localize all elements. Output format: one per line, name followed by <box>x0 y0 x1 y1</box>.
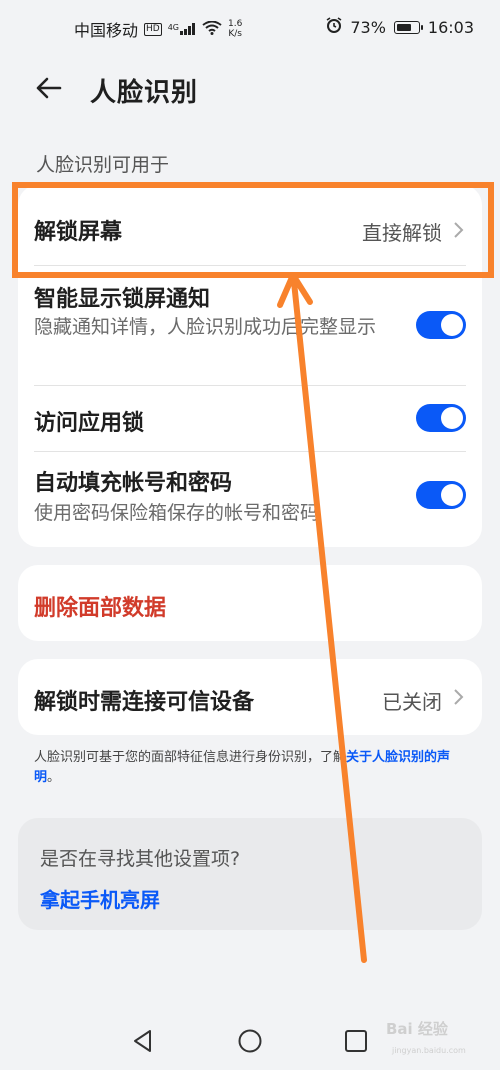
wifi-icon <box>202 20 222 39</box>
smart-notify-label: 智能显示锁屏通知 <box>34 287 211 312</box>
smart-notify-description: 隐藏通知详情，人脸识别成功后完整显示 <box>34 316 377 338</box>
delete-face-data-card[interactable]: 删除面部数据 <box>18 565 482 641</box>
smart-notify-row[interactable]: 智能显示锁屏通知 隐藏通知详情，人脸识别成功后完整显示 <box>18 265 482 385</box>
status-bar: 中国移动 HD 4G 1.6 K/s 73% 16:03 <box>0 0 500 56</box>
autofill-label: 自动填充帐号和密码 <box>34 471 233 496</box>
hd-badge: HD <box>144 22 162 36</box>
page-header: 人脸识别 <box>0 56 500 120</box>
nav-back-icon[interactable] <box>130 1028 156 1054</box>
raise-to-wake-link[interactable]: 拿起手机亮屏 <box>40 884 160 913</box>
page-title: 人脸识别 <box>90 78 199 108</box>
app-lock-label: 访问应用锁 <box>34 411 145 436</box>
trusted-device-row[interactable]: 解锁时需连接可信设备 已关闭 <box>18 659 482 735</box>
section-label: 人脸识别可用于 <box>36 154 170 176</box>
carrier-name: 中国移动 <box>74 21 139 40</box>
app-lock-row[interactable]: 访问应用锁 <box>18 385 482 451</box>
footnote-end: 。 <box>47 770 61 785</box>
trusted-device-card: 解锁时需连接可信设备 已关闭 <box>18 659 482 735</box>
signal-type: 4G <box>167 23 180 32</box>
battery-fill <box>396 23 411 31</box>
autofill-description: 使用密码保险箱保存的帐号和密码 <box>34 502 320 524</box>
suggestion-title: 是否在寻找其他设置项? <box>40 848 241 870</box>
chevron-right-icon <box>452 687 466 707</box>
autofill-toggle[interactable] <box>416 481 466 509</box>
battery-icon <box>393 20 423 34</box>
alarm-icon <box>326 17 342 37</box>
speed-value: 1.6 <box>228 19 243 29</box>
status-left: 中国移动 HD 4G 1.6 K/s <box>74 17 242 41</box>
clock: 16:03 <box>427 17 474 37</box>
trusted-device-label: 解锁时需连接可信设备 <box>34 690 255 715</box>
footnote-text: 人脸识别可基于您的面部特征信息进行身份识别，了解 <box>34 750 347 765</box>
signal-icon: 4G <box>168 23 196 35</box>
battery-percent: 73% <box>350 17 386 37</box>
delete-face-data-button[interactable]: 删除面部数据 <box>34 590 166 622</box>
nav-recents-icon[interactable] <box>343 1028 369 1054</box>
autofill-row[interactable]: 自动填充帐号和密码 使用密码保险箱保存的帐号和密码 <box>18 451 482 547</box>
trusted-device-value: 已关闭 <box>382 690 442 714</box>
highlight-annotation-box <box>12 182 494 278</box>
baidu-watermark-url: jingyan.baidu.com <box>392 1046 466 1055</box>
privacy-footnote: 人脸识别可基于您的面部特征信息进行身份识别，了解关于人脸识别的声明。 <box>34 748 470 788</box>
status-right: 73% 16:03 <box>326 17 474 37</box>
baidu-watermark: Bai 经验 <box>386 1020 448 1038</box>
speed-unit: K/s <box>228 29 242 39</box>
network-speed: 1.6 K/s <box>228 19 242 39</box>
smart-notify-toggle[interactable] <box>416 311 466 339</box>
app-lock-toggle[interactable] <box>416 404 466 432</box>
back-arrow-icon[interactable] <box>30 68 70 108</box>
suggestion-card: 是否在寻找其他设置项? 拿起手机亮屏 <box>18 818 482 930</box>
nav-home-icon[interactable] <box>237 1028 263 1054</box>
